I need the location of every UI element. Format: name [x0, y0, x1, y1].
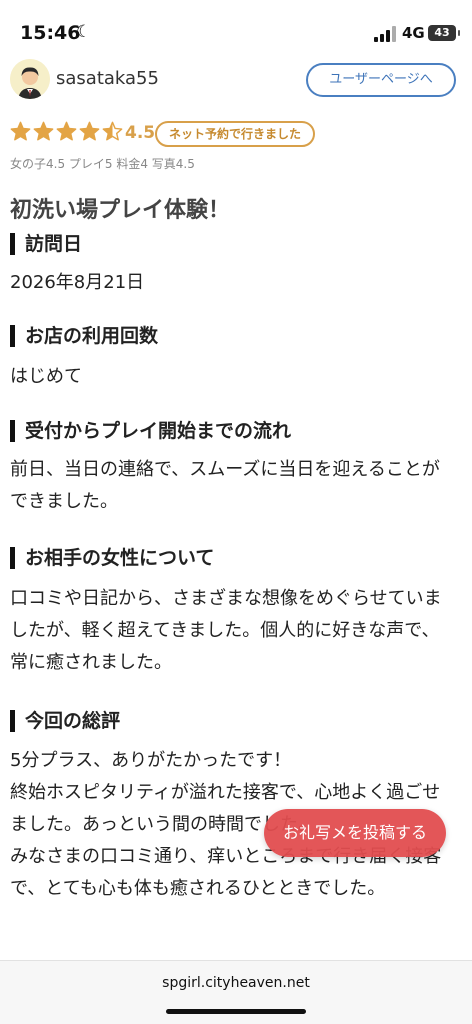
post-thanks-photo-button[interactable]: お礼写メを投稿する [264, 809, 446, 857]
section-heading-reception-flow: 受付からプレイ開始までの流れ [10, 420, 291, 442]
status-bar: 15:46 ☾ 4G 43 [0, 0, 472, 60]
username[interactable]: sasataka55 [56, 68, 159, 89]
star-half-icon [102, 121, 123, 141]
section-heading-overall-review: 今回の総評 [10, 710, 120, 732]
review-title: 初洗い場プレイ体験！ [10, 198, 231, 223]
avatar[interactable] [10, 59, 50, 99]
moon-icon: ☾ [76, 22, 92, 42]
status-time: 15:46 [20, 22, 81, 44]
section-body-visit-date: 2026年8月21日 [10, 272, 145, 293]
star-rating [10, 121, 123, 145]
star-full-icon [56, 121, 77, 141]
subscores: 女の子4.5 プレイ5 料金4 写真4.5 [10, 157, 195, 171]
user-page-button[interactable]: ユーザーページへ [306, 63, 456, 97]
url-text[interactable]: spgirl.cityheaven.net [0, 975, 472, 991]
network-label: 4G [402, 24, 425, 42]
section-heading-about-partner: お相手の女性について [10, 547, 214, 569]
user-avatar-icon [10, 59, 50, 99]
section-body-visit-count: はじめて [10, 366, 82, 387]
section-body-reception-flow: 前日、当日の連絡で、スムーズに当日を迎えることができました。 [10, 459, 440, 512]
star-full-icon [10, 121, 31, 141]
rating-score: 4.5 [125, 123, 156, 143]
signal-icon [374, 26, 396, 42]
reservation-badge: ネット予約で行きました [155, 121, 315, 147]
star-full-icon [79, 121, 100, 141]
battery-icon: 43 [428, 25, 460, 41]
browser-url-bar[interactable]: spgirl.cityheaven.net [0, 960, 472, 1024]
section-heading-visit-count: お店の利用回数 [10, 325, 158, 347]
section-body-about-partner: 口コミや日記から、さまざまな想像をめぐらせていましたが、軽く超えてきました。個人… [10, 588, 442, 673]
home-indicator[interactable] [166, 1009, 306, 1014]
star-full-icon [33, 121, 54, 141]
section-heading-visit-date: 訪問日 [10, 233, 82, 255]
